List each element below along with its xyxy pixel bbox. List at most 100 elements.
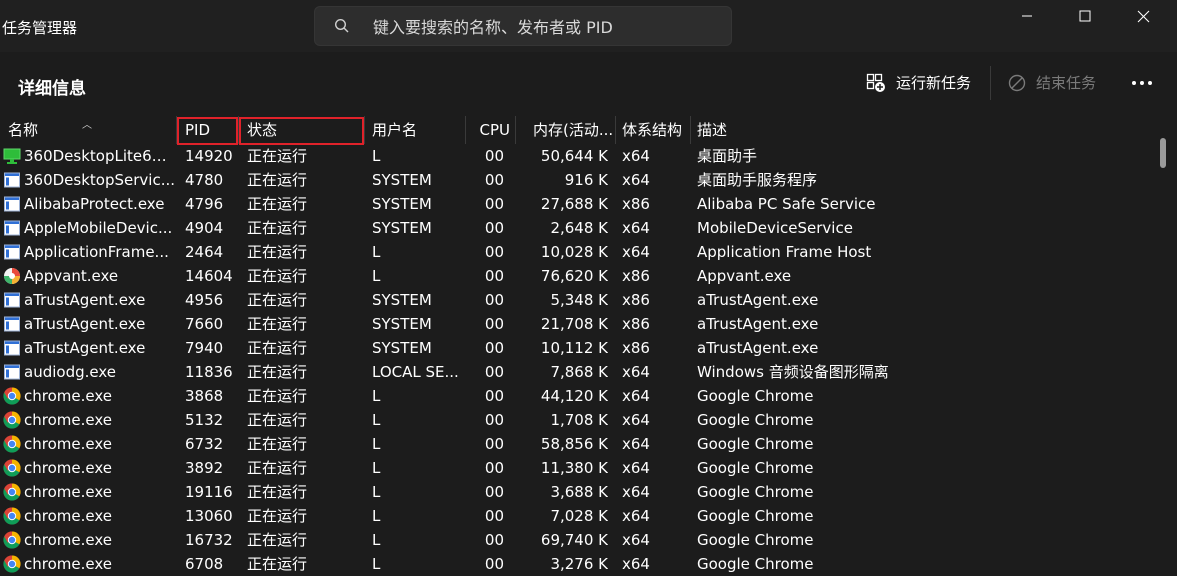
process-status: 正在运行 — [247, 363, 308, 381]
process-pid: 4780 — [185, 171, 224, 189]
process-architecture: x64 — [622, 171, 650, 189]
process-cpu: 00 — [484, 411, 504, 429]
end-task-icon — [1008, 74, 1026, 91]
process-name: AlibabaProtect.exe — [24, 195, 165, 213]
process-user: L — [372, 459, 381, 477]
run-new-task-button[interactable]: 运行新任务 — [866, 72, 971, 93]
process-name: chrome.exe — [24, 411, 112, 429]
search-box[interactable] — [314, 6, 732, 46]
table-row[interactable]: Appvant.exe 14604 正在运行 L 00 76,620 K x86 Appvan… — [0, 264, 1152, 288]
table-row[interactable]: chrome.exe 3892 正在运行 L 00 11,380 K x64 Google C… — [0, 456, 1152, 480]
process-cpu: 00 — [484, 219, 504, 237]
table-row[interactable]: AppleMobileDevic... 4904 正在运行 SYSTEM 00 2,648… — [0, 216, 1152, 240]
process-architecture: x64 — [622, 411, 650, 429]
table-row[interactable]: chrome.exe 16732 正在运行 L 00 69,740 K x64 Google … — [0, 528, 1152, 552]
table-row[interactable]: ApplicationFrame... 2464 正在运行 L 00 10,028 K x6… — [0, 240, 1152, 264]
process-description: Google Chrome — [697, 507, 814, 525]
scrollbar-thumb[interactable] — [1160, 138, 1166, 168]
process-user: SYSTEM — [372, 219, 432, 237]
column-divider[interactable] — [690, 116, 691, 144]
process-name: chrome.exe — [24, 555, 112, 573]
table-row[interactable]: aTrustAgent.exe 4956 正在运行 SYSTEM 00 5,348 K x8… — [0, 288, 1152, 312]
process-user: L — [372, 483, 381, 501]
process-memory: 7,868 K — [550, 363, 608, 381]
table-row[interactable]: aTrustAgent.exe 7940 正在运行 SYSTEM 00 10,112 K x… — [0, 336, 1152, 360]
process-description: aTrustAgent.exe — [697, 315, 819, 333]
process-cpu: 00 — [484, 195, 504, 213]
process-cpu: 00 — [484, 387, 504, 405]
process-status: 正在运行 — [247, 435, 308, 453]
table-row[interactable]: 360DesktopServic... 4780 正在运行 SYSTEM 00 916 K… — [0, 168, 1152, 192]
process-memory: 44,120 K — [540, 387, 608, 405]
end-task-label: 结束任务 — [1036, 74, 1097, 92]
column-header-user[interactable]: 用户名 — [372, 116, 462, 144]
process-pid: 5132 — [185, 411, 224, 429]
process-name: chrome.exe — [24, 387, 112, 405]
table-row[interactable]: chrome.exe 19116 正在运行 L 00 3,688 K x64 Google C… — [0, 480, 1152, 504]
process-description: aTrustAgent.exe — [697, 339, 819, 357]
process-status: 正在运行 — [247, 147, 308, 165]
command-divider — [990, 66, 991, 100]
process-description: MobileDeviceService — [697, 219, 853, 237]
column-divider[interactable] — [364, 116, 365, 144]
process-name: chrome.exe — [24, 459, 112, 477]
process-architecture: x86 — [622, 339, 650, 357]
process-memory: 1,708 K — [550, 411, 608, 429]
table-row[interactable]: 360DesktopLite64.... 14920 正在运行 L 00 50,644 K… — [0, 144, 1152, 168]
column-header-memory[interactable]: 内存(活动... — [533, 116, 613, 144]
process-status: 正在运行 — [247, 507, 308, 525]
process-description: Google Chrome — [697, 411, 814, 429]
process-description: Google Chrome — [697, 531, 814, 549]
process-memory: 76,620 K — [540, 267, 608, 285]
process-architecture: x64 — [622, 435, 650, 453]
minimize-button[interactable] — [998, 0, 1056, 32]
process-cpu: 00 — [484, 459, 504, 477]
process-pid: 7660 — [185, 315, 224, 333]
table-row[interactable]: chrome.exe 6732 正在运行 L 00 58,856 K x64 Google C… — [0, 432, 1152, 456]
column-header-name[interactable]: 名称 — [8, 116, 168, 144]
process-cpu: 00 — [484, 555, 504, 573]
column-header-cpu[interactable]: CPU — [466, 116, 511, 144]
process-cpu: 00 — [484, 507, 504, 525]
process-status: 正在运行 — [247, 291, 308, 309]
process-status: 正在运行 — [247, 243, 308, 261]
search-input[interactable] — [371, 13, 725, 41]
process-user: L — [372, 387, 381, 405]
process-description: Google Chrome — [697, 435, 814, 453]
column-divider[interactable] — [515, 116, 516, 144]
column-header-architecture[interactable]: 体系结构 — [622, 116, 688, 144]
process-architecture: x64 — [622, 507, 650, 525]
table-row[interactable]: chrome.exe 5132 正在运行 L 00 1,708 K x64 Google Ch… — [0, 408, 1152, 432]
close-button[interactable] — [1114, 0, 1172, 32]
table-row[interactable]: chrome.exe 3868 正在运行 L 00 44,120 K x64 Google C… — [0, 384, 1152, 408]
status-highlight-box — [239, 117, 364, 145]
table-header: ︿ 名称 PID 状态 用户名 CPU 内存(活动... 体系结构 描述 — [0, 116, 1152, 144]
end-task-button[interactable]: 结束任务 — [1008, 72, 1096, 93]
maximize-icon — [1079, 10, 1091, 22]
table-row[interactable]: audiodg.exe 11836 正在运行 LOCAL SE... 00 7,868 K… — [0, 360, 1152, 384]
process-pid: 4796 — [185, 195, 224, 213]
process-user: L — [372, 411, 381, 429]
process-user: SYSTEM — [372, 291, 432, 309]
process-status: 正在运行 — [247, 171, 308, 189]
process-description: Windows 音频设备图形隔离 — [697, 363, 889, 381]
table-row[interactable]: aTrustAgent.exe 7660 正在运行 SYSTEM 00 21,708 K x… — [0, 312, 1152, 336]
process-memory: 10,028 K — [540, 243, 608, 261]
column-header-description[interactable]: 描述 — [697, 116, 797, 144]
vertical-scrollbar[interactable] — [1152, 116, 1177, 576]
process-description: Google Chrome — [697, 387, 814, 405]
process-cpu: 00 — [484, 363, 504, 381]
process-description: Alibaba PC Safe Service — [697, 195, 876, 213]
table-row[interactable]: chrome.exe 13060 正在运行 L 00 7,028 K x64 Google C… — [0, 504, 1152, 528]
process-architecture: x86 — [622, 195, 650, 213]
process-architecture: x64 — [622, 555, 650, 573]
process-description: Google Chrome — [697, 459, 814, 477]
maximize-button[interactable] — [1056, 0, 1114, 32]
process-description: aTrustAgent.exe — [697, 291, 819, 309]
process-architecture: x64 — [622, 531, 650, 549]
more-options-button[interactable] — [1128, 72, 1156, 94]
column-divider[interactable] — [615, 116, 616, 144]
table-row[interactable]: chrome.exe 6708 正在运行 L 00 3,276 K x64 Google Ch… — [0, 552, 1152, 576]
table-row[interactable]: AlibabaProtect.exe 4796 正在运行 SYSTEM 00 27,688… — [0, 192, 1152, 216]
process-architecture: x64 — [622, 387, 650, 405]
